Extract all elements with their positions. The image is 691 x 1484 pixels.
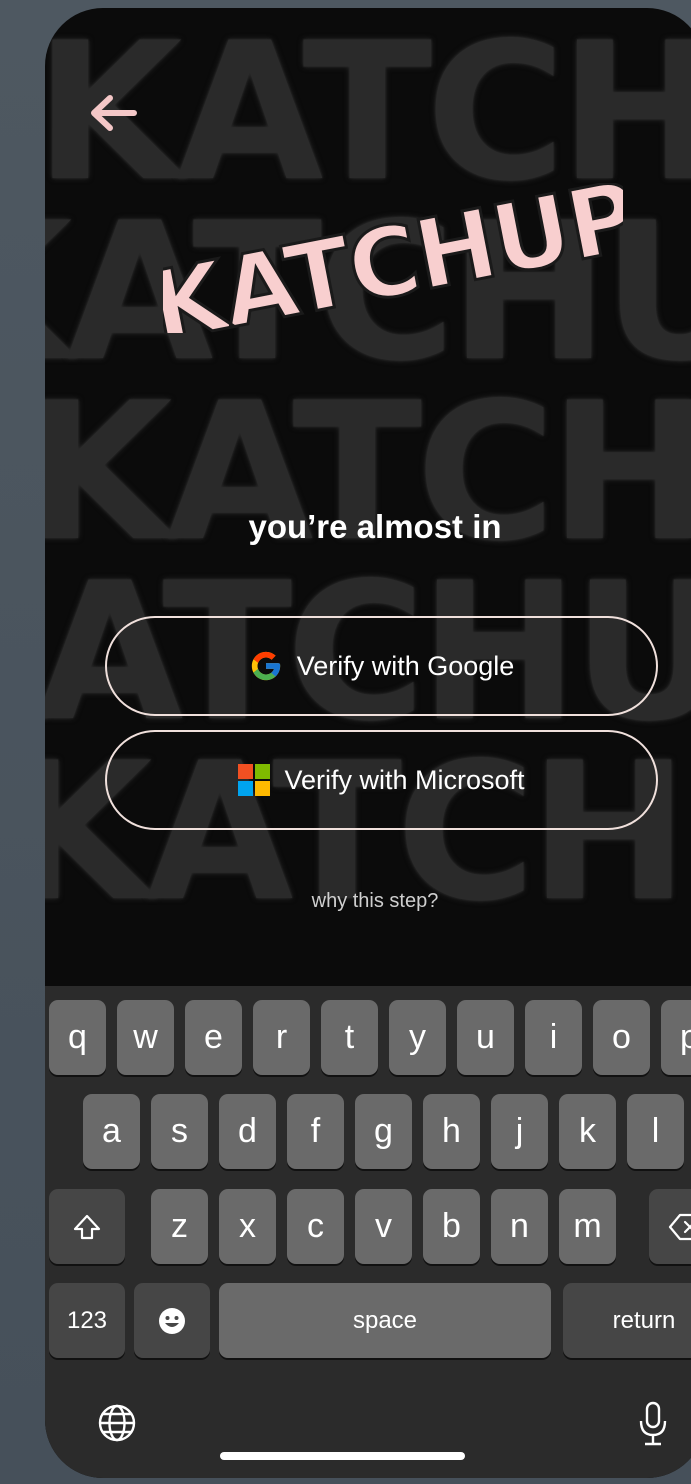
key-z[interactable]: z <box>151 1189 208 1264</box>
key-y[interactable]: y <box>389 1000 446 1075</box>
key-g[interactable]: g <box>355 1094 412 1169</box>
key-u[interactable]: u <box>457 1000 514 1075</box>
key-h[interactable]: h <box>423 1094 480 1169</box>
backspace-icon <box>668 1213 691 1240</box>
space-key[interactable]: space <box>219 1283 551 1358</box>
emoji-icon <box>159 1307 185 1334</box>
katchup-logo: KATCHUP <box>163 183 623 333</box>
dictation-button[interactable] <box>631 1396 675 1452</box>
key-d[interactable]: d <box>219 1094 276 1169</box>
key-j[interactable]: j <box>491 1094 548 1169</box>
key-w[interactable]: w <box>117 1000 174 1075</box>
numbers-key[interactable]: 123 <box>49 1283 125 1358</box>
key-k[interactable]: k <box>559 1094 616 1169</box>
back-button[interactable] <box>83 86 143 140</box>
verify-google-label: Verify with Google <box>296 650 515 681</box>
key-x[interactable]: x <box>219 1189 276 1264</box>
globe-button[interactable] <box>89 1398 145 1448</box>
google-logo-icon <box>251 651 280 681</box>
verify-google-button[interactable]: Verify with Google <box>105 616 658 716</box>
key-o[interactable]: o <box>593 1000 650 1075</box>
page-title: you’re almost in <box>248 508 502 545</box>
home-indicator[interactable] <box>220 1452 465 1460</box>
why-this-step-link[interactable]: why this step? <box>45 890 691 913</box>
globe-icon <box>98 1404 136 1442</box>
emoji-key[interactable] <box>134 1283 210 1358</box>
key-q[interactable]: q <box>49 1000 106 1075</box>
verify-microsoft-label: Verify with Microsoft <box>284 764 525 795</box>
key-v[interactable]: v <box>355 1189 412 1264</box>
shift-icon <box>73 1214 101 1239</box>
key-s[interactable]: s <box>151 1094 208 1169</box>
key-f[interactable]: f <box>287 1094 344 1169</box>
key-e[interactable]: e <box>185 1000 242 1075</box>
delete-key[interactable] <box>649 1189 691 1264</box>
key-m[interactable]: m <box>559 1189 616 1264</box>
key-c[interactable]: c <box>287 1189 344 1264</box>
key-n[interactable]: n <box>491 1189 548 1264</box>
keyboard: q w e r t y u i o p a s d f g h j k l z … <box>45 986 691 1478</box>
key-r[interactable]: r <box>253 1000 310 1075</box>
key-p[interactable]: p <box>661 1000 691 1075</box>
microsoft-logo-icon <box>238 764 271 796</box>
key-a[interactable]: a <box>83 1094 140 1169</box>
arrow-left-icon <box>91 95 137 131</box>
verify-microsoft-button[interactable]: Verify with Microsoft <box>105 730 658 830</box>
return-key[interactable]: return <box>563 1283 691 1358</box>
key-t[interactable]: t <box>321 1000 378 1075</box>
key-i[interactable]: i <box>525 1000 582 1075</box>
logo-text: KATCHUP <box>163 183 623 333</box>
shift-key[interactable] <box>49 1189 125 1264</box>
phone-screen: KATCHUP KATCHUP KATCHUP KATCHUP KATCHUP … <box>45 8 691 1478</box>
microphone-icon <box>639 1401 667 1446</box>
background-pattern: KATCHUP KATCHUP KATCHUP KATCHUP KATCHUP <box>45 8 691 988</box>
key-l[interactable]: l <box>627 1094 684 1169</box>
key-b[interactable]: b <box>423 1189 480 1264</box>
